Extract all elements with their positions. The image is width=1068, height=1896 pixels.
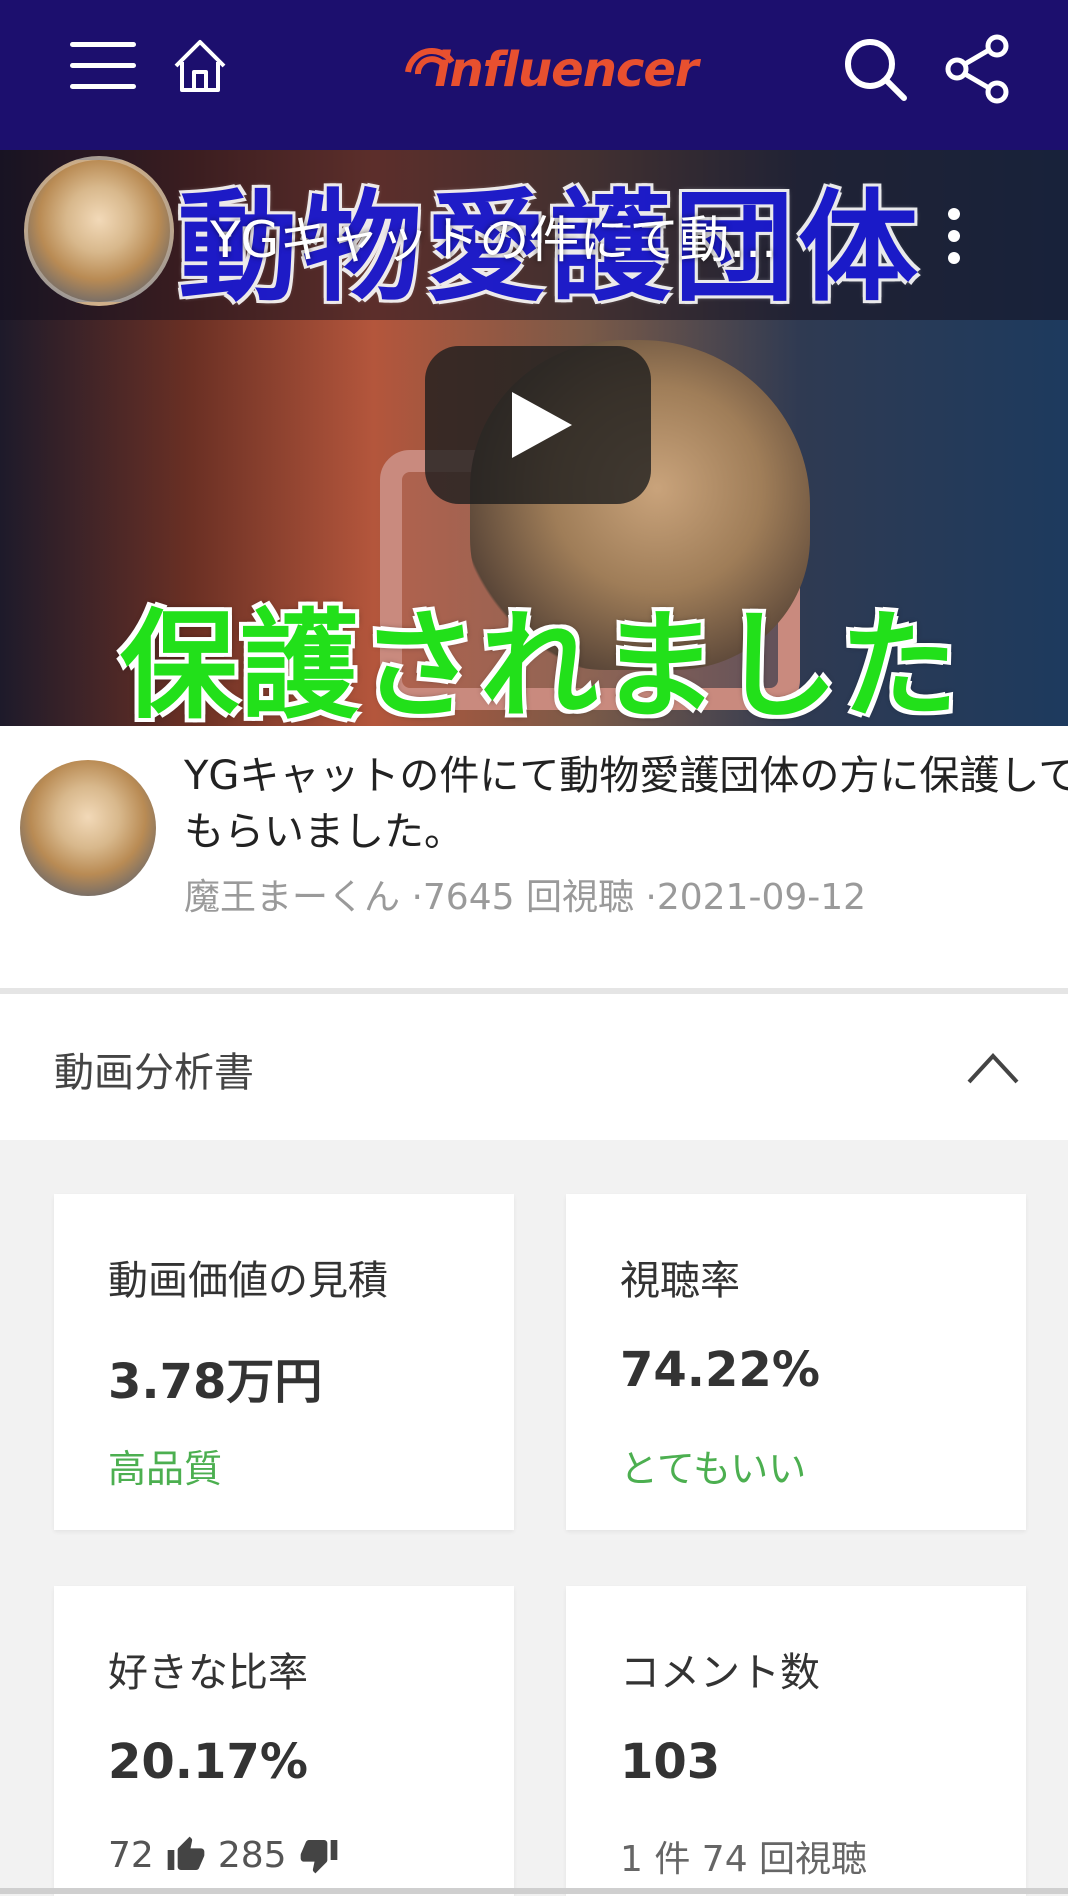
video-meta: 魔王まーくん ·7645 回視聴 ·2021-09-12 [184,877,867,918]
card-value: 74.22% [620,1342,820,1398]
play-icon [512,392,572,458]
menu-icon[interactable] [70,38,136,94]
video-player[interactable]: 動物愛護団体 保護されました YGキャットの件にて動... [0,150,1068,726]
thumbnail-subline: 保護されました [119,597,960,726]
more-options-icon[interactable] [940,202,970,272]
brand-name: influencer [434,42,699,98]
thumbs-up-icon [167,1836,205,1870]
brand-logo[interactable]: influencer [400,28,699,108]
chevron-up-icon[interactable] [965,1042,1021,1092]
stat-card-view-rate: 視聴率 74.22% とてもいい [566,1194,1026,1530]
card-value: 3.78万円 [108,1354,323,1410]
stat-card-video-value: 動画価値の見積 3.78万円 高品質 [54,1194,514,1530]
share-icon[interactable] [945,34,1011,104]
stat-card-comment-count: コメント数 103 1 件 74 回視聴 [566,1586,1026,1896]
card-note: 1 件 74 回視聴 [620,1839,868,1880]
card-value: 103 [620,1734,721,1790]
play-button[interactable] [425,346,651,504]
video-info: YGキャットの件にて動物愛護団体の方に保護してもらいました。 魔王まーくん ·7… [0,726,1068,988]
home-icon[interactable] [170,36,230,96]
card-label: コメント数 [620,1650,820,1696]
thumbs-down-icon [300,1840,337,1874]
dislike-count: 285 [217,1834,287,1876]
card-label: 視聴率 [620,1258,740,1304]
bottom-edge [0,1888,1068,1894]
search-icon[interactable] [840,34,910,104]
like-count: 72 [108,1834,154,1876]
section-title: 動画分析書 [54,1050,254,1096]
stat-card-like-ratio: 好きな比率 20.17% 72 285 [54,1586,514,1896]
video-title: YGキャットの件にて動物愛護団体の方に保護してもらいました。 [184,753,1068,855]
card-label: 好きな比率 [108,1650,308,1696]
card-label: 動画価値の見積 [108,1258,388,1304]
card-note: とてもいい [620,1447,807,1491]
card-note: 高品質 [108,1447,223,1491]
channel-avatar[interactable] [20,760,156,896]
likes-row: 72 285 [108,1830,339,1880]
card-value: 20.17% [108,1734,308,1790]
channel-avatar[interactable] [24,156,174,306]
analysis-section-header[interactable]: 動画分析書 [0,994,1068,1140]
top-app-bar: influencer [0,0,1068,150]
video-overlay-title: YGキャットの件にて動... [210,211,777,269]
